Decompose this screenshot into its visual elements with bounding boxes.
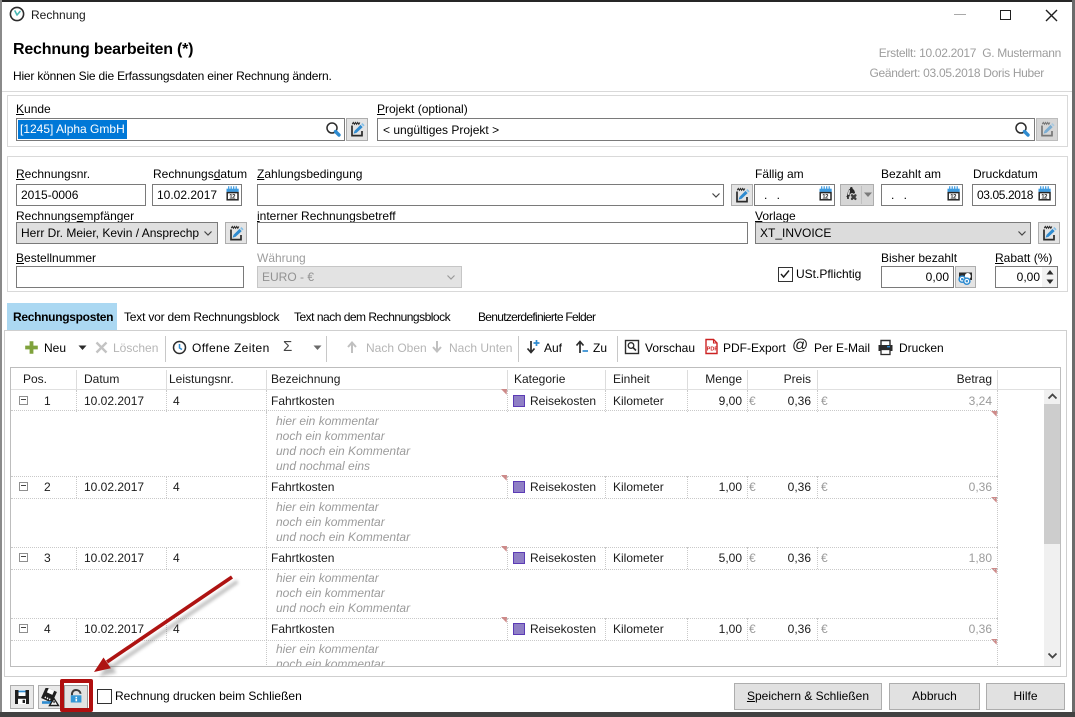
svg-text:PDF: PDF bbox=[707, 347, 719, 353]
